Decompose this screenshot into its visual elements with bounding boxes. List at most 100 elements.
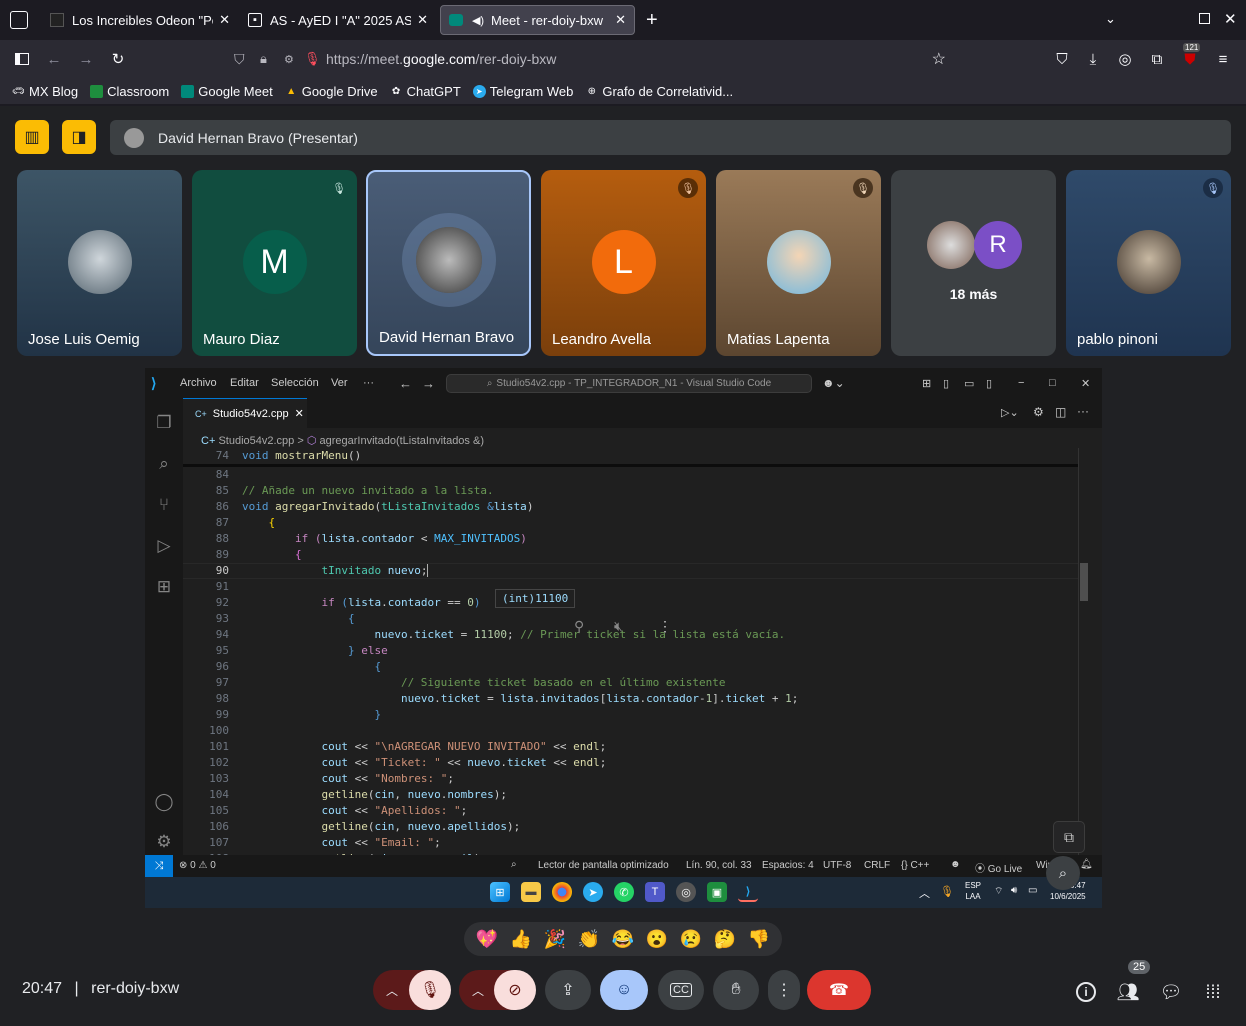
activities-button[interactable]: ⁞⁞⁞ xyxy=(1199,978,1227,1006)
close-tab-icon[interactable]: ✕ xyxy=(417,12,428,28)
windows-start-icon[interactable]: ⊞ xyxy=(490,882,510,902)
menu-icon[interactable]: ≡ xyxy=(1213,49,1233,69)
classroom-icon[interactable]: ▣ xyxy=(707,882,727,902)
presenter-bar[interactable]: David Hernan Bravo (Presentar) xyxy=(110,120,1231,155)
screen-share[interactable]: ⟩ Archivo Editar Selección Ver ··· ← → ⌕… xyxy=(145,368,1102,908)
command-center-search[interactable]: ⌕ Studio54v2.cpp - TP_INTEGRADOR_N1 - Vis… xyxy=(446,374,812,393)
reaction-thumbs-up[interactable]: 👍 xyxy=(510,929,532,950)
reaction-thinking[interactable]: 🤔 xyxy=(714,929,736,950)
reaction-surprised[interactable]: 😮 xyxy=(646,929,668,950)
copilot-icon[interactable]: ☻⌄ xyxy=(822,376,845,390)
meeting-details-button[interactable]: i xyxy=(1072,978,1100,1006)
copilot-icon[interactable]: ☻ xyxy=(950,859,961,870)
mute-share-icon[interactable]: 🔇︎ xyxy=(614,619,623,635)
language-status[interactable]: {} C++ xyxy=(901,860,929,871)
permissions-icon[interactable]: ⚙ xyxy=(284,53,294,66)
menu-seleccion[interactable]: Selección xyxy=(271,377,319,389)
more-options-button[interactable]: ⋮ xyxy=(768,970,800,1010)
browser-tab-classroom[interactable]: ▪ AS - AyED I "A" 2025 AS - A ✕ xyxy=(240,5,436,35)
explorer-icon[interactable]: ❐ xyxy=(153,412,175,434)
reaction-sparkling-heart[interactable]: 💖 xyxy=(476,929,498,950)
participant-tile[interactable]: 🎙︎ L Leandro Avella xyxy=(541,170,706,356)
chrome-icon[interactable] xyxy=(552,882,572,902)
downloads-icon[interactable]: ⤓ xyxy=(1083,49,1103,69)
editor-tab[interactable]: C+ Studio54v2.cpp ✕ xyxy=(183,398,307,428)
sidebar-icon[interactable] xyxy=(12,49,32,69)
participant-tile[interactable]: 🎙︎ M Mauro Diaz xyxy=(192,170,357,356)
raise-hand-button[interactable]: ✋︎ xyxy=(713,970,759,1010)
encoding-status[interactable]: UTF-8 xyxy=(823,860,851,871)
close-tab-icon[interactable]: ✕ xyxy=(615,12,626,28)
source-control-icon[interactable]: ⑂ xyxy=(153,494,175,516)
remote-icon[interactable]: ⤨ xyxy=(145,855,173,877)
people-button[interactable]: 👥︎ 25 xyxy=(1114,960,1151,1006)
restore-window-icon[interactable] xyxy=(1199,13,1210,24)
more-actions-icon[interactable]: ··· xyxy=(1077,404,1089,418)
settings-gear-icon[interactable]: ⚙ xyxy=(153,831,175,853)
sticky-scroll-line[interactable]: void mostrarMenu() xyxy=(242,449,361,462)
close-window-icon[interactable]: ✕ xyxy=(1224,10,1237,28)
search-icon[interactable]: ⌕ xyxy=(153,453,175,475)
layout-button[interactable]: ◨ xyxy=(62,120,96,154)
account-icon[interactable]: ◯ xyxy=(153,791,175,813)
participant-tile[interactable]: Jose Luis Oemig xyxy=(17,170,182,356)
participant-tile[interactable]: 🎙︎ Matias Lapenta xyxy=(716,170,881,356)
tray-mic-icon[interactable]: 🎙︎ xyxy=(940,885,954,898)
telegram-icon[interactable]: ➤ xyxy=(583,882,603,902)
bookmark-classroom[interactable]: Classroom xyxy=(90,84,169,99)
tab-list-icon[interactable] xyxy=(10,11,28,29)
volume-icon[interactable]: 🔊︎ xyxy=(1011,885,1017,896)
account-icon[interactable]: ◎ xyxy=(1115,49,1135,69)
customize-layout-icon[interactable]: ⊞ xyxy=(922,377,931,390)
more-options-icon[interactable]: ⋮ xyxy=(658,619,672,635)
menu-editar[interactable]: Editar xyxy=(230,377,259,389)
close-tab-icon[interactable]: ✕ xyxy=(219,12,230,28)
notifications-icon[interactable]: 🔔︎ xyxy=(1080,859,1093,870)
zoom-icon[interactable]: ⌕ xyxy=(511,859,517,870)
minimize-icon[interactable]: − xyxy=(1018,377,1024,389)
extensions-icon[interactable]: ⊞ xyxy=(153,576,175,598)
battery-icon[interactable]: ▭ xyxy=(1028,885,1037,896)
wifi-icon[interactable]: ⌔ xyxy=(994,885,1003,898)
tray-chevron-icon[interactable]: ︿ xyxy=(919,885,930,901)
reaction-laugh[interactable]: 😂 xyxy=(612,929,634,950)
browser-tab-odeon[interactable]: Los Increibles Odeon "Po ✕ xyxy=(42,5,238,35)
close-icon[interactable]: ✕ xyxy=(1081,377,1090,390)
url-bar[interactable]: ⛉ 🔒︎ ⚙ 🎙︎ https://meet.google.com/rer-do… xyxy=(228,44,970,74)
bookmark-google-drive[interactable]: ▲ Google Drive xyxy=(285,84,377,99)
file-explorer-icon[interactable]: ▬ xyxy=(521,882,541,902)
leave-call-button[interactable]: ☎︎ xyxy=(807,970,871,1010)
forward-icon[interactable]: → xyxy=(422,376,435,391)
shield-icon[interactable]: ⛉ xyxy=(234,51,245,68)
present-button[interactable]: ⇪ xyxy=(545,970,591,1010)
screen-reader-status[interactable]: Lector de pantalla optimizado xyxy=(538,860,669,871)
camera-toggle-button[interactable]: ⊘ xyxy=(494,970,536,1010)
reactions-button[interactable]: ☺ xyxy=(600,970,648,1010)
bookmark-star-icon[interactable]: ☆ xyxy=(932,49,946,69)
mic-toggle-button[interactable]: 🎙︎ xyxy=(409,970,451,1010)
bookmark-chatgpt[interactable]: ✿ ChatGPT xyxy=(390,84,461,99)
menu-archivo[interactable]: Archivo xyxy=(180,377,217,389)
maximize-icon[interactable]: □ xyxy=(1049,377,1056,389)
keyboard-language[interactable]: ESP LAA xyxy=(965,880,981,902)
eol-status[interactable]: CRLF xyxy=(864,860,890,871)
participant-tile[interactable]: 🎙︎ pablo pinoni xyxy=(1066,170,1231,356)
code-editor[interactable]: 74 void mostrarMenu() 84 85// Añade un n… xyxy=(183,448,1088,855)
toggle-sidebar-icon[interactable]: ▯ xyxy=(943,377,949,390)
go-live-status[interactable]: ⦿ Go Live xyxy=(975,860,1022,875)
whatsapp-icon[interactable]: ✆ xyxy=(614,882,634,902)
split-editor-icon[interactable]: ◫ xyxy=(1055,405,1066,419)
scrollbar[interactable] xyxy=(1078,448,1088,855)
reaction-party[interactable]: 🎉 xyxy=(544,929,566,950)
run-debug-icon[interactable]: ▷ xyxy=(153,535,175,557)
bookmark-mx-blog[interactable]: 🚗︎ MX Blog xyxy=(12,84,78,99)
toggle-panel-icon[interactable]: ▭ xyxy=(964,377,974,390)
lock-icon[interactable]: 🔒︎ xyxy=(260,51,267,67)
chat-button[interactable]: 💬︎ xyxy=(1157,978,1185,1006)
bookmark-grafo[interactable]: ⊕ Grafo de Correlativid... xyxy=(585,84,733,99)
reaction-sad[interactable]: 😢 xyxy=(680,929,702,950)
close-tab-icon[interactable]: ✕ xyxy=(295,407,304,420)
mic-active-icon[interactable]: 🎙︎ xyxy=(304,51,321,67)
menu-more[interactable]: ··· xyxy=(363,377,374,389)
ublock-icon[interactable]: ⛊ 121 xyxy=(1180,43,1201,69)
